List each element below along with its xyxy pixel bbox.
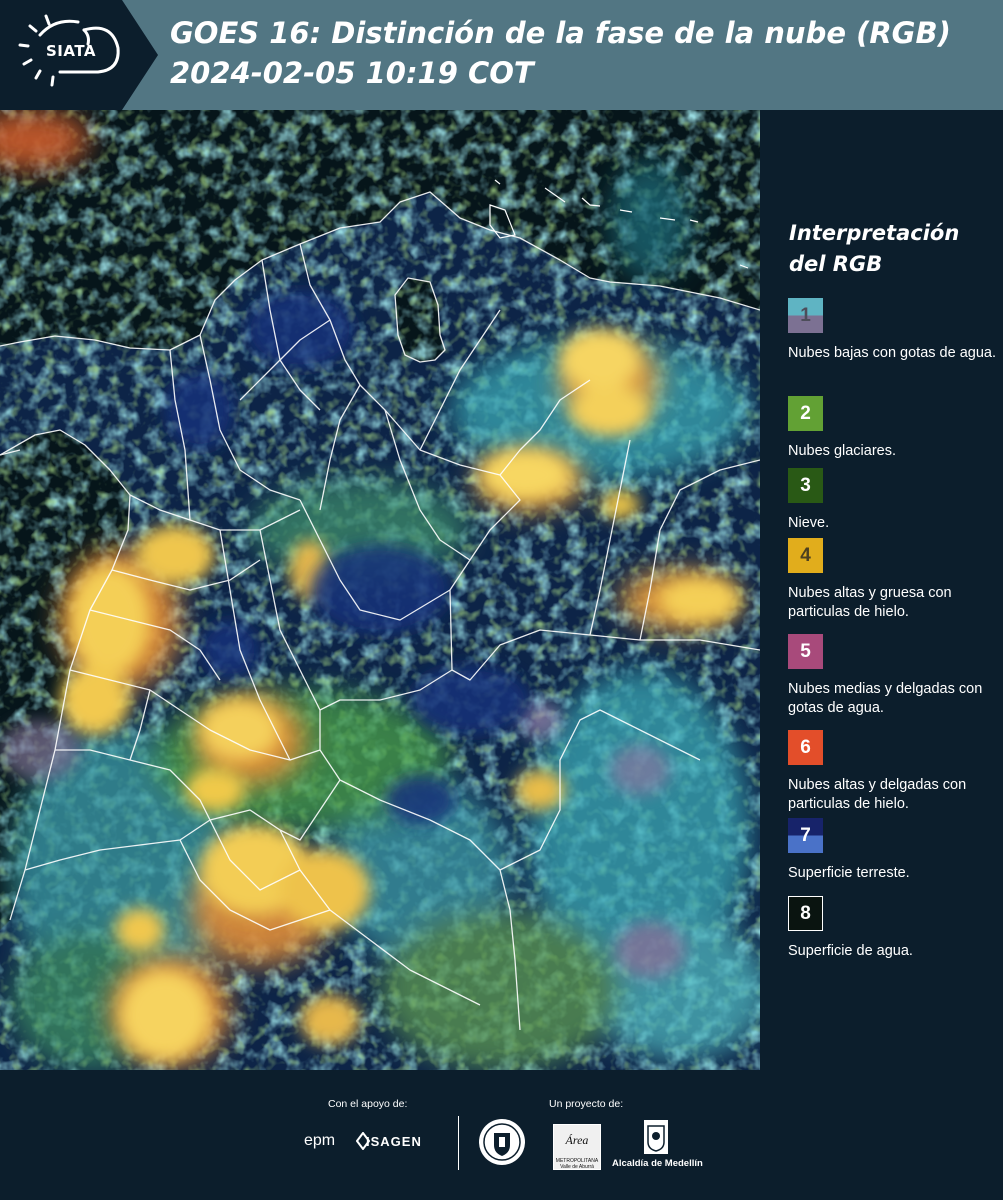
legend-swatch: 8 xyxy=(788,896,823,931)
legend-title: Interpretación del RGB xyxy=(789,218,994,280)
support-caption: Con el apoyo de: xyxy=(328,1098,408,1110)
legend-swatch: 6 xyxy=(788,730,823,765)
footer-sponsors: Con el apoyo de: Un proyecto de: epm ISA… xyxy=(0,1070,1003,1200)
project-caption: Un proyecto de: xyxy=(549,1098,624,1110)
timestamp-title: 2024-02-05 10:19 COT xyxy=(170,56,534,90)
legend-swatch: 2 xyxy=(788,396,823,431)
header-banner: SIATA GOES 16: Distinción de la fase de … xyxy=(0,0,1003,110)
satellite-rgb-map xyxy=(0,110,760,1070)
legend-label: Superficie de agua. xyxy=(788,943,913,959)
alcaldia-medellin-logo: Alcaldía de Medellín xyxy=(612,1158,703,1169)
legend-label: Nieve. xyxy=(788,515,830,531)
legend-label: Nubes altas y gruesa con particulas de h… xyxy=(788,585,952,620)
epm-logo: epm xyxy=(304,1132,336,1149)
legend-label: Nubes glaciares. xyxy=(788,443,896,459)
legend-panel: Interpretación del RGB 1 Nubes bajas con … xyxy=(760,110,1003,1070)
legend-label: Superficie terreste. xyxy=(788,865,910,881)
area-metropolitana-subtitle: METROPOLITANA Valle de Aburrá xyxy=(555,1158,599,1170)
medellin-seal-icon xyxy=(479,1119,525,1165)
legend-title-line2: del RGB xyxy=(789,252,883,276)
isagen-logo: ISAGEN xyxy=(366,1134,422,1149)
legend-label: Nubes medias y delgadas con gotas de agu… xyxy=(788,681,983,716)
legend-label: Nubes bajas con gotas de agua. xyxy=(788,345,996,361)
siata-logo: SIATA xyxy=(46,42,97,60)
legend-swatch: 1 xyxy=(788,298,823,333)
legend-swatch: 7 xyxy=(788,818,823,853)
legend-label: Nubes altas y delgadas con particulas de… xyxy=(788,777,967,812)
legend-swatch: 3 xyxy=(788,468,823,503)
page-title: GOES 16: Distinción de la fase de la nub… xyxy=(170,16,951,50)
legend-title-line1: Interpretación xyxy=(789,221,960,245)
legend-swatch: 4 xyxy=(788,538,823,573)
alcaldia-crest-icon xyxy=(644,1120,668,1154)
footer-divider xyxy=(458,1116,459,1170)
legend-swatch: 5 xyxy=(788,634,823,669)
